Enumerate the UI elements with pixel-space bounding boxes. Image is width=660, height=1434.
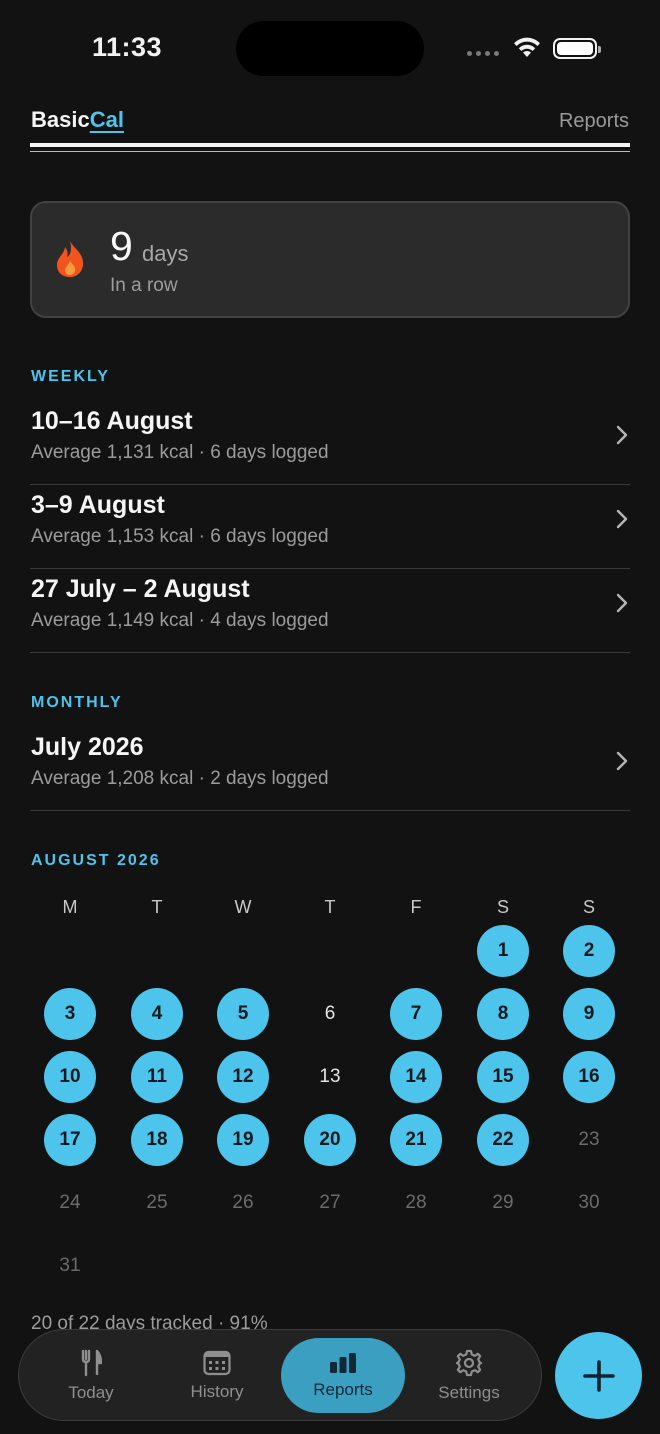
- calendar-day[interactable]: 10: [44, 1051, 96, 1103]
- calendar-day[interactable]: 3: [44, 988, 96, 1040]
- calendar-day[interactable]: 29: [477, 1177, 529, 1229]
- weekly-section-label: WEEKLY: [31, 368, 110, 385]
- chevron-right-icon: [616, 751, 628, 771]
- calendar-day[interactable]: 13: [304, 1051, 356, 1103]
- dynamic-island: [236, 21, 424, 76]
- calendar-day[interactable]: 7: [390, 988, 442, 1040]
- fork-knife-icon: [81, 1349, 102, 1376]
- weekday-label: S: [496, 897, 509, 917]
- row-title: 10–16 August: [31, 407, 193, 435]
- weekday-label: T: [151, 897, 163, 917]
- chevron-right-icon: [616, 593, 628, 613]
- row-subtitle: Average 1,153 kcal · 6 days logged: [31, 526, 329, 547]
- calendar-day[interactable]: 19: [217, 1114, 269, 1166]
- wifi-icon: [514, 37, 540, 57]
- calendar-day[interactable]: 26: [217, 1177, 269, 1229]
- flame-icon: [57, 241, 84, 277]
- calendar-day[interactable]: 14: [390, 1051, 442, 1103]
- header-divider-thin: [30, 151, 630, 152]
- calendar-month-label: AUGUST 2026: [31, 852, 161, 869]
- calendar-icon: [203, 1350, 231, 1375]
- tab-bar: Today History Reports Settings: [18, 1329, 542, 1421]
- calendar-day[interactable]: 16: [563, 1051, 615, 1103]
- calendar-day[interactable]: 18: [131, 1114, 183, 1166]
- tab-today[interactable]: Today: [29, 1338, 153, 1413]
- streak-count: 9: [110, 223, 133, 269]
- row-subtitle: Average 1,131 kcal · 6 days logged: [31, 442, 329, 463]
- row-subtitle: Average 1,208 kcal · 2 days logged: [31, 768, 329, 789]
- tab-label: Settings: [438, 1382, 500, 1402]
- streak-card: 9 days In a row: [30, 201, 630, 318]
- weekday-label: T: [324, 897, 336, 917]
- weekday-label: F: [410, 897, 422, 917]
- status-time: 11:33: [92, 32, 163, 62]
- tab-settings[interactable]: Settings: [407, 1338, 531, 1413]
- tab-label: Today: [68, 1382, 114, 1402]
- streak-subtitle: In a row: [110, 275, 178, 296]
- chevron-right-icon: [616, 425, 628, 445]
- calendar-day[interactable]: 31: [44, 1240, 96, 1292]
- plus-icon: [582, 1359, 615, 1392]
- calendar-day[interactable]: 23: [563, 1114, 615, 1166]
- tab-label: History: [190, 1381, 244, 1401]
- calendar-day[interactable]: 4: [131, 988, 183, 1040]
- weekday-label: W: [234, 897, 252, 917]
- calendar-day[interactable]: 6: [304, 988, 356, 1040]
- header-divider: [30, 143, 630, 147]
- row-subtitle: Average 1,149 kcal · 4 days logged: [31, 610, 329, 631]
- calendar-day[interactable]: 2: [563, 925, 615, 977]
- battery-icon: [553, 38, 601, 59]
- bar-chart-icon: [330, 1352, 356, 1373]
- weekday-label: M: [62, 897, 78, 917]
- calendar-day[interactable]: 1: [477, 925, 529, 977]
- cellular-signal-icon: [467, 51, 499, 56]
- add-entry-button[interactable]: [555, 1332, 642, 1419]
- monthly-report-row[interactable]: July 2026 Average 1,208 kcal · 2 days lo…: [30, 727, 630, 811]
- brand-basic: Basic: [31, 107, 90, 132]
- calendar-day[interactable]: 20: [304, 1114, 356, 1166]
- calendar-day[interactable]: 8: [477, 988, 529, 1040]
- calendar-day[interactable]: 21: [390, 1114, 442, 1166]
- tab-reports[interactable]: Reports: [281, 1338, 405, 1413]
- row-title: 3–9 August: [31, 491, 165, 519]
- calendar-day[interactable]: 27: [304, 1177, 356, 1229]
- calendar-day[interactable]: 5: [217, 988, 269, 1040]
- row-title: 27 July – 2 August: [31, 575, 250, 603]
- app-brand: BasicCal: [31, 107, 124, 133]
- header-reports-link[interactable]: Reports: [559, 110, 629, 133]
- brand-cal: Cal: [89, 107, 124, 132]
- weekly-report-row[interactable]: 10–16 August Average 1,131 kcal · 6 days…: [30, 401, 630, 485]
- calendar-day[interactable]: 15: [477, 1051, 529, 1103]
- calendar-day[interactable]: 12: [217, 1051, 269, 1103]
- calendar-day[interactable]: 11: [131, 1051, 183, 1103]
- tab-label: Reports: [313, 1379, 373, 1399]
- weekly-report-row[interactable]: 3–9 August Average 1,153 kcal · 6 days l…: [30, 485, 630, 569]
- gear-icon: [455, 1349, 483, 1376]
- calendar-day[interactable]: 25: [131, 1177, 183, 1229]
- chevron-right-icon: [616, 509, 628, 529]
- row-title: July 2026: [31, 733, 144, 761]
- calendar-day[interactable]: 24: [44, 1177, 96, 1229]
- calendar-day[interactable]: 28: [390, 1177, 442, 1229]
- weekly-report-row[interactable]: 27 July – 2 August Average 1,149 kcal · …: [30, 569, 630, 653]
- calendar-day[interactable]: 9: [563, 988, 615, 1040]
- calendar-day[interactable]: 22: [477, 1114, 529, 1166]
- tab-history[interactable]: History: [155, 1338, 279, 1413]
- calendar-day[interactable]: 17: [44, 1114, 96, 1166]
- calendar-day[interactable]: 30: [563, 1177, 615, 1229]
- monthly-section-label: MONTHLY: [31, 694, 123, 711]
- streak-unit: days: [142, 241, 189, 266]
- weekday-label: S: [582, 897, 595, 917]
